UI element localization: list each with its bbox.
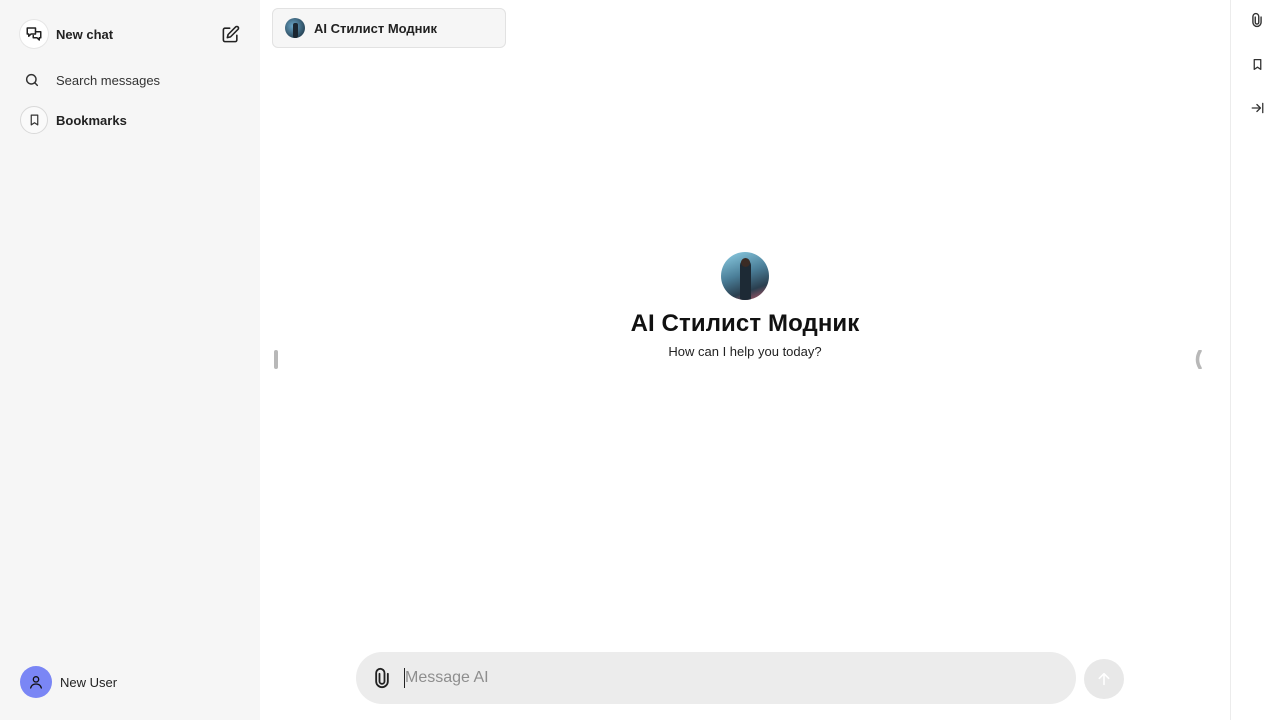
bookmarks-button[interactable]: Bookmarks: [20, 106, 240, 134]
right-rail: [1230, 0, 1280, 720]
assistant-title: AI Стилист Модник: [630, 310, 860, 337]
paperclip-icon[interactable]: [372, 667, 392, 689]
paperclip-icon[interactable]: [1247, 10, 1267, 30]
welcome-block: AI Стилист Модник How can I help you tod…: [260, 252, 1230, 359]
app-root: New chat Search messages Bookmarks New U…: [0, 0, 1280, 720]
model-name: AI Стилист Модник: [314, 20, 438, 36]
model-selector[interactable]: AI Стилист Модник: [272, 8, 506, 48]
assistant-avatar: [721, 252, 769, 300]
bookmark-icon[interactable]: [1247, 54, 1267, 74]
chat-main: AI Стилист Модник AI Стилист Модник How …: [260, 0, 1230, 720]
user-profile-button[interactable]: New User: [20, 666, 240, 698]
message-composer: [356, 652, 1076, 704]
bookmarks-label: Bookmarks: [56, 112, 127, 128]
user-icon: [20, 666, 52, 698]
new-chat-button[interactable]: New chat: [20, 20, 240, 48]
edit-icon[interactable]: [220, 24, 240, 44]
arrow-up-icon: [1096, 671, 1112, 687]
search-icon: [24, 72, 40, 88]
assistant-subtitle: How can I help you today?: [668, 344, 822, 359]
model-avatar: [285, 18, 305, 38]
send-button[interactable]: [1084, 659, 1124, 699]
chat-bubbles-icon: [20, 20, 48, 48]
message-input[interactable]: [405, 663, 1025, 693]
collapse-right-icon[interactable]: [1247, 98, 1267, 118]
sidebar: New chat Search messages Bookmarks New U…: [0, 0, 260, 720]
new-chat-label: New chat: [56, 26, 114, 42]
user-name: New User: [60, 674, 118, 690]
bookmark-icon: [20, 106, 48, 134]
search-messages-label: Search messages: [56, 72, 161, 88]
search-messages-button[interactable]: Search messages: [20, 68, 240, 92]
